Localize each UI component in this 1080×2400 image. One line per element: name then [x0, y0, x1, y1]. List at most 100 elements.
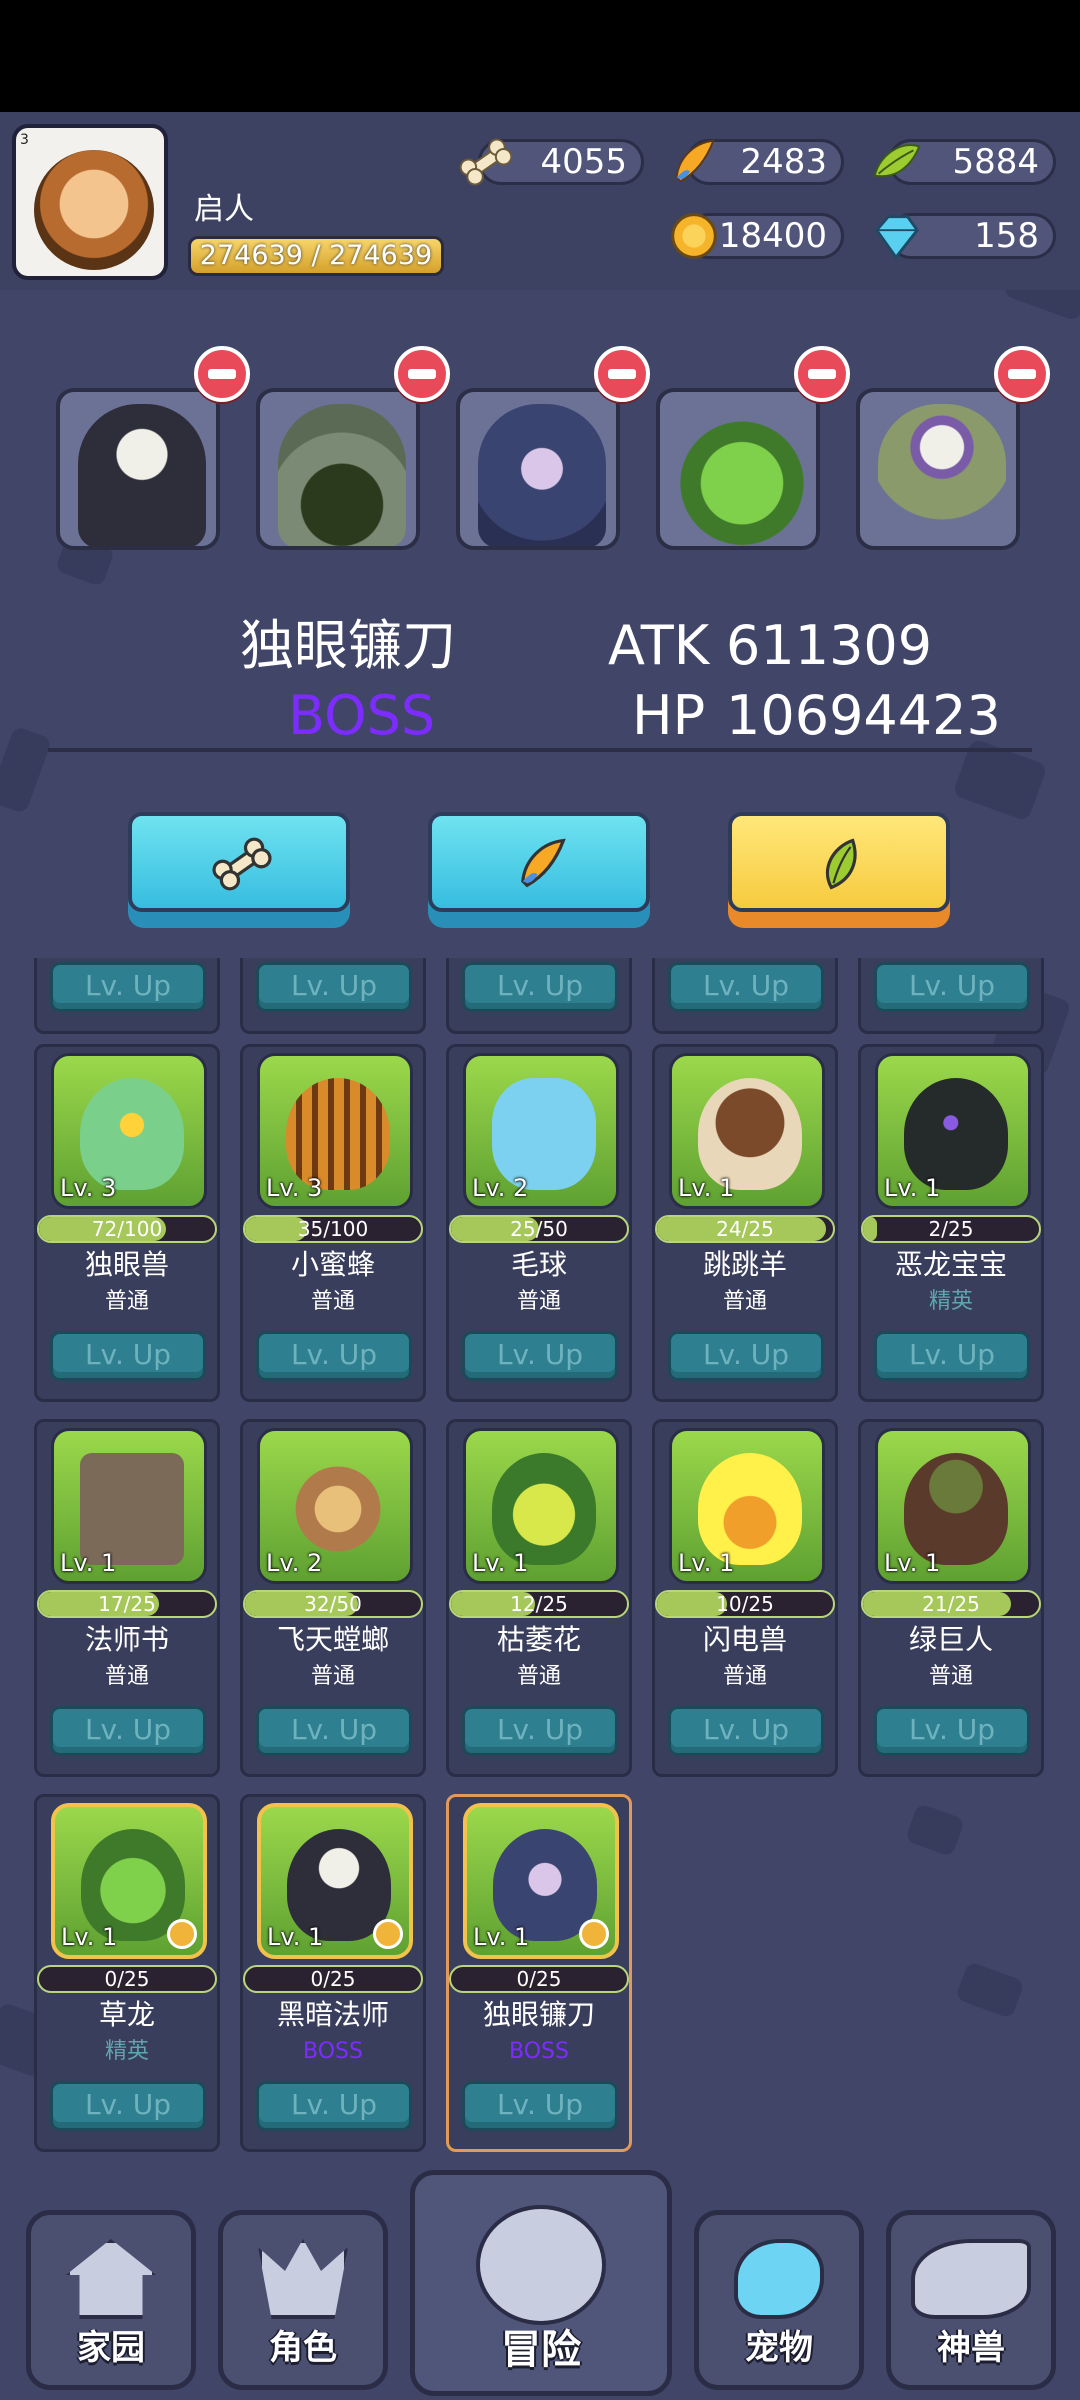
bg-decoration: [1002, 290, 1080, 322]
pet-progress: 17/25: [37, 1590, 217, 1618]
pet-card[interactable]: Lv. 1 0/25 草龙 精英 Lv. Up: [34, 1794, 220, 2152]
pet-level: Lv. 2: [472, 1174, 529, 1202]
pet-name: 黑暗法师: [276, 1998, 389, 2031]
team-slot-1[interactable]: [56, 388, 220, 550]
pet-name: 小蜜蜂: [290, 1248, 375, 1281]
pet-card[interactable]: Lv. 1 17/25 法师书 普通 Lv. Up: [34, 1419, 220, 1777]
pet-card[interactable]: Lv. 1 12/25 枯萎花 普通 Lv. Up: [446, 1419, 632, 1777]
feather-icon: [521, 838, 566, 888]
team-slot-4[interactable]: [656, 388, 820, 550]
pet-card[interactable]: Lv. 1 24/25 跳跳羊 普通 Lv. Up: [652, 1044, 838, 1402]
team-slot-2[interactable]: [256, 388, 420, 550]
lv-up-button[interactable]: Lv. Up: [874, 1706, 1030, 1756]
pet-rank: BOSS: [303, 2039, 363, 2064]
pet-art: Lv. 1: [875, 1053, 1031, 1209]
nav-character[interactable]: 角色: [218, 2210, 388, 2390]
nav-beast[interactable]: 神兽: [886, 2210, 1056, 2390]
pet-card[interactable]: Lv. 3 72/100 独眼兽 普通 Lv. Up: [34, 1044, 220, 1402]
leaf-count: 5884: [952, 142, 1039, 182]
pet-progress: 0/25: [449, 1965, 629, 1993]
nav-home[interactable]: 家园: [26, 2210, 196, 2390]
player-hp-bar: 274639 / 274639: [188, 236, 444, 276]
lv-up-button[interactable]: Lv. Up: [50, 2081, 206, 2131]
pet-card[interactable]: Lv. 3 35/100 小蜜蜂 普通 Lv. Up: [240, 1044, 426, 1402]
pet-name: 枯萎花: [496, 1623, 581, 1656]
progress-text: 17/25: [98, 1592, 156, 1616]
status-bar: [0, 0, 1080, 112]
lv-up-button[interactable]: Lv. Up: [462, 2081, 618, 2131]
bottom-nav: 家园 角色 冒险 宠物 神兽: [0, 2160, 1080, 2400]
diamond-count: 158: [974, 216, 1039, 256]
pet-card[interactable]: Lv. 2 32/50 飞天螳螂 普通 Lv. Up: [240, 1419, 426, 1777]
lv-up-button[interactable]: Lv. Up: [668, 1331, 824, 1381]
lv-up-button[interactable]: Lv. Up: [874, 1331, 1030, 1381]
nav-label: 家园: [77, 2328, 145, 2368]
selected-pet-rank: BOSS: [288, 684, 436, 747]
lv-up-button[interactable]: Lv. Up: [462, 1331, 618, 1381]
remove-team-button[interactable]: [594, 346, 650, 402]
pet-card[interactable]: Lv. 1 2/25 恶龙宝宝 精英 Lv. Up: [858, 1044, 1044, 1402]
character-icon: [258, 2239, 348, 2319]
progress-text: 2/25: [928, 1217, 974, 1241]
lv-up-button[interactable]: Lv. Up: [256, 1331, 412, 1381]
resource-leaf: 5884: [873, 139, 1056, 185]
pet-rank: 普通: [928, 1664, 973, 1689]
progress-text: 0/25: [516, 1967, 562, 1991]
lv-up-button[interactable]: Lv. Up: [668, 1706, 824, 1756]
nav-label: 神兽: [937, 2328, 1005, 2368]
pet-name: 恶龙宝宝: [894, 1248, 1007, 1281]
pet-card[interactable]: Lv. 1 21/25 绿巨人 普通 Lv. Up: [858, 1419, 1044, 1777]
pet-progress: 32/50: [243, 1590, 423, 1618]
selected-pet-name: 独眼镰刀: [240, 614, 456, 677]
filter-tab-bone[interactable]: [128, 812, 350, 928]
pet-card-selected[interactable]: Lv. 1 0/25 独眼镰刀 BOSS Lv. Up: [446, 1794, 632, 2152]
pet-card[interactable]: Lv. 1 0/25 黑暗法师 BOSS Lv. Up: [240, 1794, 426, 2152]
lv-up-button[interactable]: Lv. Up: [462, 1706, 618, 1756]
pet-level: Lv. 1: [472, 1549, 529, 1577]
player-avatar[interactable]: 3: [12, 124, 168, 280]
team-slot-5[interactable]: [856, 388, 1020, 550]
hero-portrait: [34, 150, 154, 270]
filter-tab-leaf[interactable]: [728, 812, 950, 928]
pet-card-partial: Lv. Up: [652, 958, 838, 1034]
lv-up-button[interactable]: Lv. Up: [462, 962, 618, 1012]
lv-up-button[interactable]: Lv. Up: [874, 962, 1030, 1012]
leaf-icon: [825, 838, 857, 890]
feather-badge-icon: [167, 1919, 197, 1949]
atk-label: ATK: [608, 614, 710, 677]
filter-tab-feather[interactable]: [428, 812, 650, 928]
remove-team-button[interactable]: [994, 346, 1050, 402]
pet-card-partial: Lv. Up: [34, 958, 220, 1034]
nav-pet[interactable]: 宠物: [694, 2210, 864, 2390]
lv-up-button[interactable]: Lv. Up: [256, 2081, 412, 2131]
pet-level: Lv. 1: [678, 1174, 735, 1202]
progress-text: 24/25: [716, 1217, 774, 1241]
pet-name: 闪电兽: [702, 1623, 787, 1656]
lv-up-button[interactable]: Lv. Up: [50, 962, 206, 1012]
pet-progress: 0/25: [243, 1965, 423, 1993]
pet-card[interactable]: Lv. 1 10/25 闪电兽 普通 Lv. Up: [652, 1419, 838, 1777]
lv-up-button[interactable]: Lv. Up: [256, 962, 412, 1012]
pet-card[interactable]: Lv. 2 25/50 毛球 普通 Lv. Up: [446, 1044, 632, 1402]
remove-team-button[interactable]: [794, 346, 850, 402]
pet-rank: 普通: [310, 1289, 355, 1314]
pet-name: 草龙: [98, 1998, 155, 2031]
pet-level: Lv. 1: [884, 1174, 941, 1202]
pet-progress: 25/50: [449, 1215, 629, 1243]
nav-adventure[interactable]: 冒险: [410, 2170, 672, 2396]
pet-art: Lv. 1: [257, 1803, 413, 1959]
lv-up-button[interactable]: Lv. Up: [50, 1331, 206, 1381]
avatar-level: 3: [20, 132, 29, 148]
team-slot-3[interactable]: [456, 388, 620, 550]
pet-name: 独眼兽: [84, 1248, 169, 1281]
remove-team-button[interactable]: [194, 346, 250, 402]
diamond-icon: [874, 215, 920, 260]
lv-up-button[interactable]: Lv. Up: [668, 962, 824, 1012]
pet-progress: 12/25: [449, 1590, 629, 1618]
lv-up-button[interactable]: Lv. Up: [50, 1706, 206, 1756]
pet-level: Lv. 3: [266, 1174, 323, 1202]
remove-team-button[interactable]: [394, 346, 450, 402]
pet-name: 飞天螳螂: [276, 1623, 389, 1656]
lv-up-button[interactable]: Lv. Up: [256, 1706, 412, 1756]
team-pet-portrait: [878, 404, 1006, 546]
